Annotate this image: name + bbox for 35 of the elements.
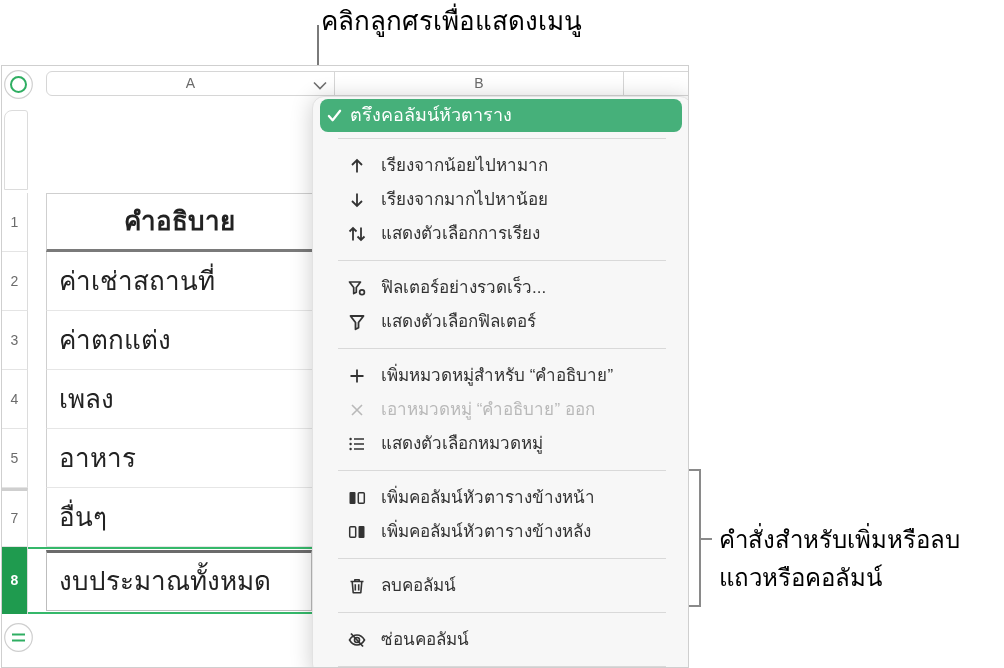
callout-text: คำสั่งสำหรับเพิ่มหรือลบ แถวหรือคอลัมน์	[719, 521, 960, 597]
funnel-circle-icon	[348, 279, 366, 297]
row-header[interactable]: 3	[2, 311, 28, 370]
row-header[interactable]: 5	[2, 429, 28, 488]
ring-icon[interactable]	[4, 70, 33, 99]
callout-text: คลิกลูกศรเพื่อแสดงเมนู	[321, 3, 582, 39]
row-header[interactable]: 8	[2, 547, 28, 614]
plus-icon	[348, 367, 366, 385]
menu-item[interactable]: เรียงจากมากไปหาน้อย	[320, 183, 682, 217]
menu-item[interactable]: แสดงตัวเลือกการเรียง	[320, 217, 682, 251]
menu-item[interactable]: ลบคอลัมน์	[320, 569, 682, 603]
menu-item[interactable]: เพิ่มคอลัมน์หัวตารางข้างหน้า	[320, 481, 682, 515]
chevron-down-icon[interactable]	[313, 81, 327, 90]
trash-icon	[348, 577, 366, 595]
eye-slash-icon	[348, 631, 366, 649]
menu-item[interactable]: แสดงตัวเลือกฟิลเตอร์	[320, 305, 682, 339]
row-header[interactable]: 7	[2, 488, 28, 547]
column-header[interactable]: A	[47, 72, 334, 95]
arrow-down-icon	[348, 191, 366, 209]
up-down-arrows-icon	[348, 225, 366, 243]
menu-item[interactable]: เพิ่มคอลัมน์หัวตารางข้างหลัง	[320, 515, 682, 549]
equals-icon[interactable]	[4, 623, 33, 652]
menu-item[interactable]: เรียงจากน้อยไปหามาก	[320, 149, 682, 183]
column-header[interactable]: B	[334, 72, 623, 95]
menu-item[interactable]: ฟิลเตอร์อย่างรวดเร็ว...	[320, 271, 682, 305]
columns-left-filled-icon	[348, 489, 366, 507]
row-header[interactable]: 4	[2, 370, 28, 429]
menu-item[interactable]: แสดงตัวเลือกหมวดหมู่	[320, 427, 682, 461]
menu-item[interactable]: ซ่อนคอลัมน์	[320, 623, 682, 657]
row-header[interactable]: 2	[2, 252, 28, 311]
menu-item[interactable]: เพิ่มหมวดหมู่สำหรับ “คำอธิบาย”	[320, 359, 682, 393]
columns-right-filled-icon	[348, 523, 366, 541]
list-icon	[348, 435, 366, 453]
row-header[interactable]: 1	[2, 193, 28, 252]
funnel-icon	[348, 313, 366, 331]
